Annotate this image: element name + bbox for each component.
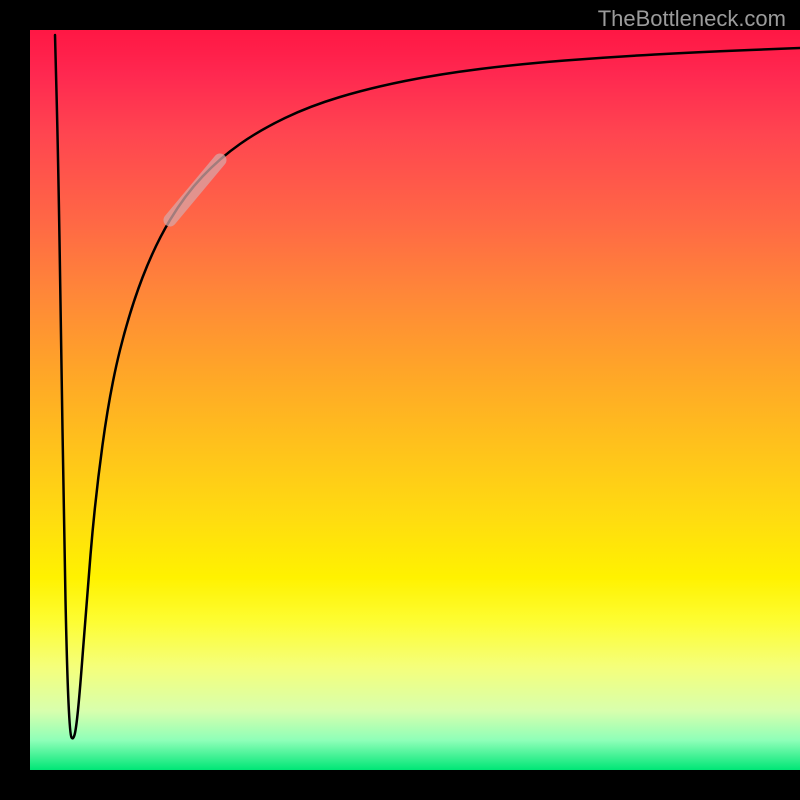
chart-curve-svg xyxy=(30,30,800,770)
bottleneck-curve xyxy=(55,35,800,738)
highlight-segment xyxy=(170,160,220,220)
watermark-text: TheBottleneck.com xyxy=(598,6,786,32)
